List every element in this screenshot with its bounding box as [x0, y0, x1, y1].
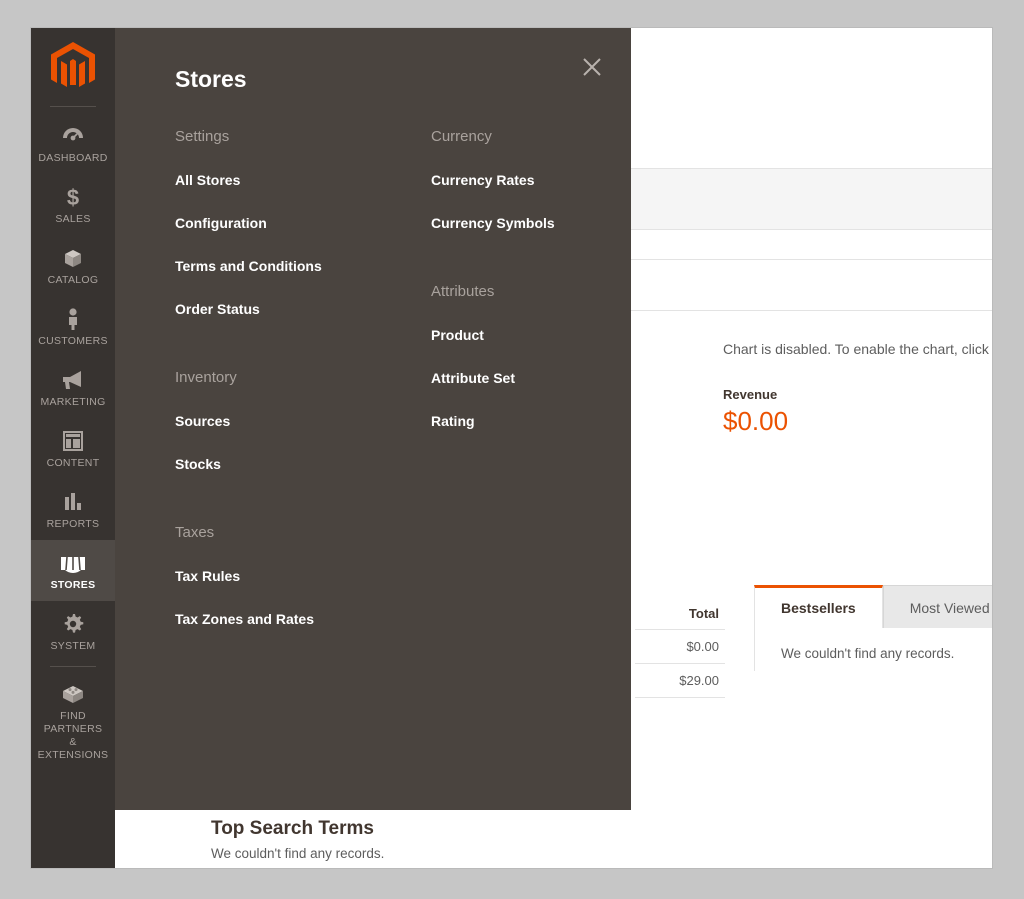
- menu-group-title-settings: Settings: [175, 128, 373, 145]
- sidebar-item-label: Dashboard: [33, 152, 113, 165]
- sidebar-item-label: Content: [33, 457, 113, 470]
- gauge-icon: [33, 123, 113, 149]
- close-icon[interactable]: [575, 50, 609, 84]
- revenue-value: $0.00: [723, 406, 992, 437]
- sidebar-item-reports[interactable]: Reports: [31, 479, 115, 540]
- menu-link-currency-symbols[interactable]: Currency Symbols: [431, 215, 631, 231]
- sidebar-item-label: Marketing: [33, 396, 113, 409]
- menu-group-title-currency: Currency: [431, 128, 631, 145]
- tabs-row: Bestsellers Most Viewed Products: [754, 585, 992, 628]
- box-icon: [33, 245, 113, 271]
- menu-link-attribute-set[interactable]: Attribute Set: [431, 370, 631, 386]
- menu-link-terms-and-conditions[interactable]: Terms and Conditions: [175, 258, 373, 274]
- menu-link-sources[interactable]: Sources: [175, 413, 373, 429]
- sidebar-item-marketing[interactable]: Marketing: [31, 357, 115, 418]
- menu-column-left: Settings All Stores Configuration Terms …: [115, 128, 373, 654]
- revenue-label: Revenue: [723, 387, 992, 402]
- menu-group-title-attributes: Attributes: [431, 283, 631, 300]
- gear-icon: [33, 611, 113, 637]
- sidebar-item-stores[interactable]: Stores: [31, 540, 115, 601]
- sidebar-item-label: Reports: [33, 518, 113, 531]
- top-search-terms-section: Top Search Terms We couldn't find any re…: [211, 818, 992, 861]
- menu-link-order-status[interactable]: Order Status: [175, 301, 373, 317]
- revenue-block: Revenue $0.00: [723, 387, 992, 437]
- menu-link-rating[interactable]: Rating: [431, 413, 631, 429]
- tab-label: Bestsellers: [781, 600, 856, 616]
- bar-chart-icon: [33, 489, 113, 515]
- magento-logo[interactable]: [31, 28, 115, 106]
- svg-text:$: $: [67, 185, 79, 209]
- sidebar-item-label: Customers: [33, 335, 113, 348]
- menu-link-tax-zones-and-rates[interactable]: Tax Zones and Rates: [175, 611, 373, 627]
- menu-link-stocks[interactable]: Stocks: [175, 456, 373, 472]
- person-icon: [33, 306, 113, 332]
- megaphone-icon: [33, 367, 113, 393]
- sidebar-item-label: Sales: [33, 213, 113, 226]
- sidebar-item-sales[interactable]: $ Sales: [31, 174, 115, 235]
- menu-link-all-stores[interactable]: All Stores: [175, 172, 373, 188]
- sidebar-item-customers[interactable]: Customers: [31, 296, 115, 357]
- tab-most-viewed-products[interactable]: Most Viewed Products: [883, 585, 992, 628]
- sidebar-item-system[interactable]: System: [31, 601, 115, 662]
- sidebar-item-label: System: [33, 640, 113, 653]
- admin-app-window: ur dynamic product, order, and customer …: [31, 28, 992, 868]
- chart-disabled-note: Chart is disabled. To enable the chart, …: [723, 341, 992, 357]
- menu-group-title-taxes: Taxes: [175, 524, 373, 541]
- stores-menu-panel: Stores Settings All Stores Configuration…: [115, 28, 631, 810]
- sidebar-item-label-line1: Find Partners: [44, 710, 103, 735]
- sidebar-item-catalog[interactable]: Catalog: [31, 235, 115, 296]
- menu-column-right: Currency Currency Rates Currency Symbols…: [373, 128, 631, 654]
- tab-bestsellers[interactable]: Bestsellers: [754, 585, 883, 628]
- menu-link-configuration[interactable]: Configuration: [175, 215, 373, 231]
- menu-columns: Settings All Stores Configuration Terms …: [115, 128, 631, 654]
- totals-cell: $0.00: [635, 630, 725, 664]
- admin-sidebar: Dashboard $ Sales Catalog: [31, 28, 115, 868]
- sidebar-item-label-line2: & Extensions: [38, 736, 109, 761]
- dashboard-tabs: Bestsellers Most Viewed Products We coul…: [754, 585, 992, 671]
- sidebar-item-label: Find Partners & Extensions: [33, 710, 113, 762]
- menu-panel-title: Stores: [175, 66, 247, 93]
- top-search-terms-empty-message: We couldn't find any records.: [211, 846, 992, 861]
- sidebar-item-find-partners-extensions[interactable]: Find Partners & Extensions: [31, 671, 115, 771]
- menu-link-tax-rules[interactable]: Tax Rules: [175, 568, 373, 584]
- menu-group-title-inventory: Inventory: [175, 369, 373, 386]
- totals-cell: $29.00: [635, 664, 725, 698]
- storefront-icon: [33, 550, 113, 576]
- sidebar-divider: [50, 106, 96, 107]
- dollar-icon: $: [33, 184, 113, 210]
- sidebar-item-content[interactable]: Content: [31, 418, 115, 479]
- totals-column: Total $0.00 $29.00: [635, 598, 725, 698]
- extension-block-icon: [33, 681, 113, 707]
- top-search-terms-title: Top Search Terms: [211, 818, 992, 840]
- tab-panel-empty-message: We couldn't find any records.: [754, 628, 992, 671]
- layout-icon: [33, 428, 113, 454]
- sidebar-divider: [50, 666, 96, 667]
- tab-label: Most Viewed Products: [910, 600, 992, 616]
- menu-link-currency-rates[interactable]: Currency Rates: [431, 172, 631, 188]
- sidebar-item-label: Stores: [33, 579, 113, 592]
- totals-header: Total: [635, 598, 725, 630]
- sidebar-item-dashboard[interactable]: Dashboard: [31, 113, 115, 174]
- sidebar-item-label: Catalog: [33, 274, 113, 287]
- menu-link-product[interactable]: Product: [431, 327, 631, 343]
